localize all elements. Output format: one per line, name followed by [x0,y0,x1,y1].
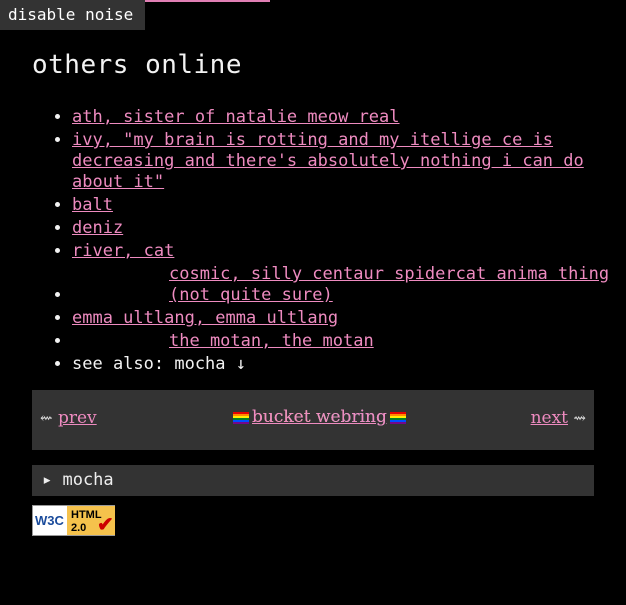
person-link[interactable]: cosmic, silly centaur spidercat anima th… [169,264,609,305]
check-icon: ✔ [97,514,114,536]
list-item: the motan, the motan [72,331,626,352]
person-link[interactable]: ath, sister of natalie meow real [72,107,400,127]
list-item: emma ultlang, emma ultlang [72,308,626,329]
webring-center: bucket webring [230,407,409,427]
webring-title-link[interactable]: bucket webring [252,407,387,427]
see-also-text: see also: mocha ↓ [72,354,246,374]
person-link[interactable]: emma ultlang, emma ultlang [72,308,338,328]
webring-next: next ⇝ [531,408,586,428]
list-item: deniz [72,218,626,239]
person-link[interactable]: ivy, "my brain is rotting and my itellig… [72,130,584,192]
webring-panel: ⇜ prev bucket webring next ⇝ [32,390,594,450]
left-squiggle-arrow-icon: ⇜ [40,409,53,427]
disable-noise-button[interactable]: disable noise [0,0,145,30]
prev-link[interactable]: prev [58,408,97,428]
person-link[interactable]: river, cat [72,241,174,261]
list-item: balt [72,195,626,216]
page-title: others online [32,50,242,80]
person-link[interactable]: deniz [72,218,123,238]
mocha-details-toggle[interactable]: ▸ mocha [32,465,594,496]
pride-flag-icon [233,411,249,424]
badge-w3c-text: W3C [35,513,64,528]
webring-prev: ⇜ prev [40,408,97,428]
list-item: ath, sister of natalie meow real [72,107,626,128]
see-also-item: see also: mocha ↓ [72,354,626,375]
list-item: ivy, "my brain is rotting and my itellig… [72,130,626,193]
people-list: ath, sister of natalie meow real ivy, "m… [32,105,626,377]
list-item: river, cat [72,241,626,262]
badge-version-text: 2.0 [71,522,87,534]
next-link[interactable]: next [531,408,568,428]
top-accent-strip [145,0,270,2]
right-squiggle-arrow-icon: ⇝ [573,409,586,427]
person-link[interactable]: the motan, the motan [169,331,374,351]
pride-flag-icon [389,411,406,424]
w3c-html-badge[interactable]: W3C HTML 2.0 ✔ [32,505,115,536]
person-link[interactable]: balt [72,195,113,215]
list-item: cosmic, silly centaur spidercat anima th… [72,264,626,306]
